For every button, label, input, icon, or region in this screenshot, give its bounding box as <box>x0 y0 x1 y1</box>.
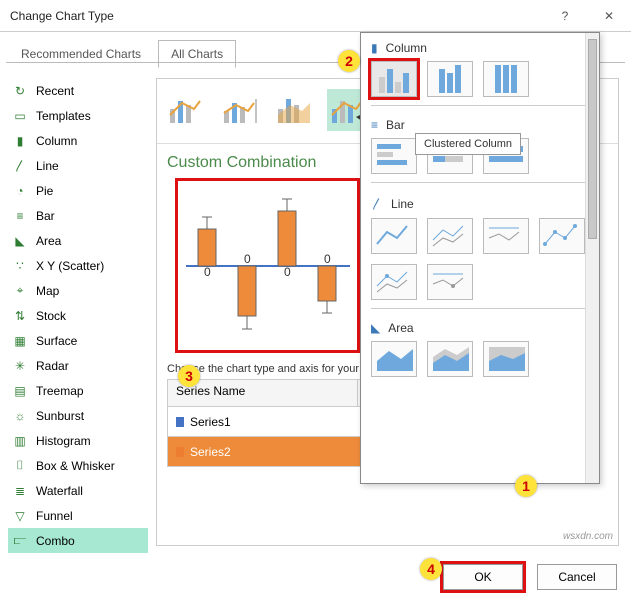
popup-section-column: ▮Column <box>371 41 589 55</box>
sidebar-item-area[interactable]: ◣Area <box>8 228 148 253</box>
chart-type-popup: ▮Column Clustered Column ≡Bar 〳Line ◣Are… <box>360 32 600 484</box>
treemap-icon: ▤ <box>12 383 28 399</box>
sidebar-item-sunburst[interactable]: ☼Sunburst <box>8 403 148 428</box>
callout-3: 3 <box>178 365 200 387</box>
sidebar-item-stock[interactable]: ⇅Stock <box>8 303 148 328</box>
thumb-stacked-line[interactable] <box>427 218 473 254</box>
area-icon: ◣ <box>371 321 380 335</box>
sidebar-item-line[interactable]: 〳Line <box>8 153 148 178</box>
popup-section-area: ◣Area <box>371 321 589 335</box>
close-button[interactable]: ✕ <box>587 0 631 32</box>
popup-section-bar: ≡Bar <box>371 118 589 132</box>
sidebar-item-templates[interactable]: ▭Templates <box>8 103 148 128</box>
callout-4: 4 <box>420 558 442 580</box>
thumb-100-stacked-area[interactable] <box>483 341 529 377</box>
thumb-line-markers[interactable] <box>539 218 585 254</box>
combo-type-1[interactable] <box>165 89 207 131</box>
watermark: wsxdn.com <box>563 531 613 542</box>
column-icon: ▮ <box>371 41 378 55</box>
thumb-clustered-bar[interactable] <box>371 138 417 174</box>
sidebar-item-funnel[interactable]: ▽Funnel <box>8 503 148 528</box>
thumb-stacked-area[interactable] <box>427 341 473 377</box>
thumb-stacked-line-markers[interactable] <box>371 264 417 300</box>
svg-text:0: 0 <box>284 265 291 279</box>
sidebar-item-waterfall[interactable]: ≣Waterfall <box>8 478 148 503</box>
stock-icon: ⇅ <box>12 308 28 324</box>
sidebar-item-recent[interactable]: ↻Recent <box>8 78 148 103</box>
window-title: Change Chart Type <box>10 9 543 23</box>
column-icon: ▮ <box>12 133 28 149</box>
svg-text:0: 0 <box>244 252 251 266</box>
recent-icon: ↻ <box>12 83 28 99</box>
help-button[interactable]: ? <box>543 0 587 32</box>
sidebar-item-scatter[interactable]: ∵X Y (Scatter) <box>8 253 148 278</box>
sidebar-item-box-whisker[interactable]: ⌷Box & Whisker <box>8 453 148 478</box>
thumb-line[interactable] <box>371 218 417 254</box>
popup-section-line: 〳Line <box>371 195 589 212</box>
area-icon: ◣ <box>12 233 28 249</box>
titlebar: Change Chart Type ? ✕ <box>0 0 631 32</box>
sidebar-item-histogram[interactable]: ▥Histogram <box>8 428 148 453</box>
line-icon: 〳 <box>371 195 383 212</box>
scatter-icon: ∵ <box>12 258 28 274</box>
series2-swatch <box>176 447 184 457</box>
chart-preview: 0 0 0 0 <box>175 178 360 353</box>
bar-icon: ≡ <box>371 118 378 132</box>
templates-icon: ▭ <box>12 108 28 124</box>
sidebar-item-bar[interactable]: ≡Bar <box>8 203 148 228</box>
surface-icon: ▦ <box>12 333 28 349</box>
series1-swatch <box>176 417 184 427</box>
ok-button[interactable]: OK <box>443 564 523 590</box>
series2-label: Series2 <box>190 445 231 459</box>
radar-icon: ✳ <box>12 358 28 374</box>
sidebar-item-map[interactable]: ⌖Map <box>8 278 148 303</box>
waterfall-icon: ≣ <box>12 483 28 499</box>
tab-strip: Recommended Charts All Charts <box>8 40 236 68</box>
combo-type-3[interactable] <box>273 89 315 131</box>
histogram-icon: ▥ <box>12 433 28 449</box>
popup-scrollbar[interactable] <box>585 33 599 483</box>
sidebar-item-radar[interactable]: ✳Radar <box>8 353 148 378</box>
combo-icon: ⫍ <box>12 533 28 549</box>
svg-text:0: 0 <box>204 265 211 279</box>
series1-label: Series1 <box>190 415 231 429</box>
line-icon: 〳 <box>12 158 28 174</box>
dialog-buttons: OK Cancel <box>443 564 617 590</box>
map-icon: ⌖ <box>12 283 28 299</box>
thumb-stacked-column[interactable] <box>427 61 473 97</box>
sunburst-icon: ☼ <box>12 408 28 424</box>
sidebar-item-pie[interactable]: ◔Pie <box>8 178 148 203</box>
thumb-100-stacked-column[interactable] <box>483 61 529 97</box>
box-whisker-icon: ⌷ <box>12 458 28 474</box>
sidebar-item-treemap[interactable]: ▤Treemap <box>8 378 148 403</box>
bar-icon: ≡ <box>12 208 28 224</box>
tooltip-clustered-column: Clustered Column <box>415 133 521 155</box>
sidebar-item-combo[interactable]: ⫍Combo <box>8 528 148 553</box>
tab-all-charts[interactable]: All Charts <box>158 40 236 68</box>
thumb-area[interactable] <box>371 341 417 377</box>
combo-type-2[interactable] <box>219 89 261 131</box>
sidebar-item-surface[interactable]: ▦Surface <box>8 328 148 353</box>
callout-2: 2 <box>338 50 360 72</box>
cancel-button[interactable]: Cancel <box>537 564 617 590</box>
thumb-clustered-column[interactable] <box>371 61 417 97</box>
funnel-icon: ▽ <box>12 508 28 524</box>
pie-icon: ◔ <box>12 183 28 199</box>
svg-text:0: 0 <box>324 252 331 266</box>
callout-1: 1 <box>515 475 537 497</box>
tab-recommended[interactable]: Recommended Charts <box>8 40 154 68</box>
thumb-100-stacked-line[interactable] <box>483 218 529 254</box>
chart-category-list: ↻Recent ▭Templates ▮Column 〳Line ◔Pie ≡B… <box>8 78 148 553</box>
sidebar-item-column[interactable]: ▮Column <box>8 128 148 153</box>
thumb-100-stacked-line-markers[interactable] <box>427 264 473 300</box>
